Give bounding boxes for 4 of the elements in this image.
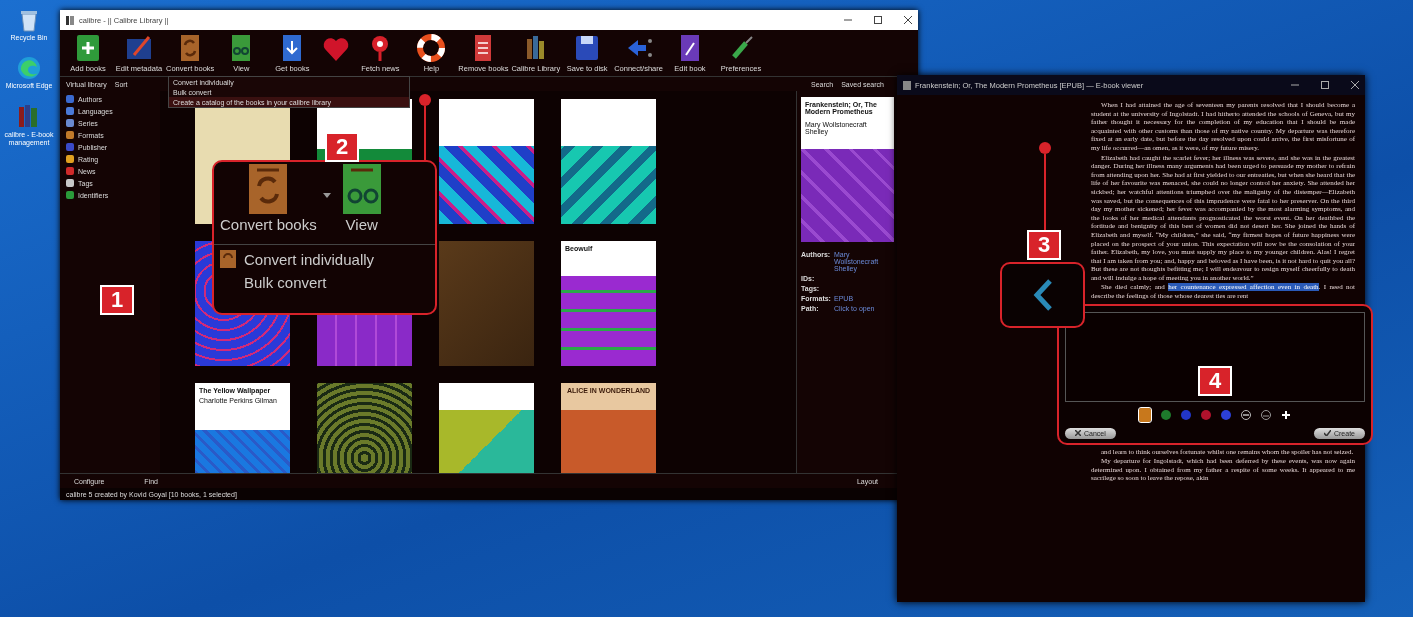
callout-number: 1 <box>100 285 134 315</box>
callout-number: 4 <box>1198 365 1232 396</box>
callout-number: 2 <box>325 132 359 162</box>
callout-number: 3 <box>1027 230 1061 260</box>
